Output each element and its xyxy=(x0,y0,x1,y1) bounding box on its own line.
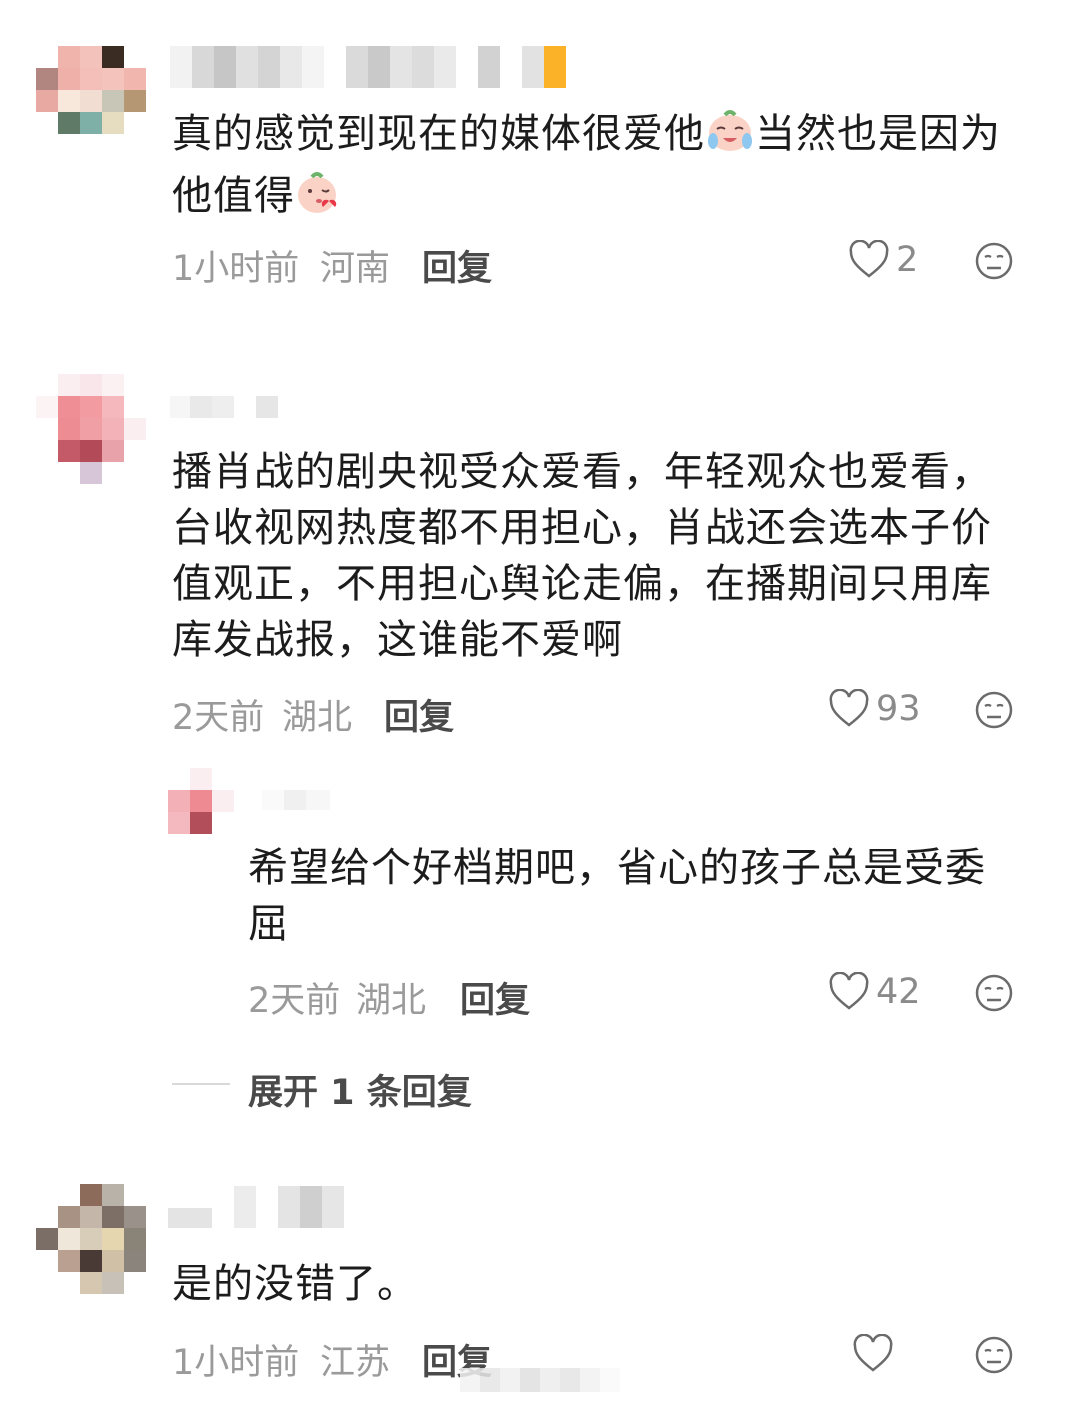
username-blurred[interactable] xyxy=(170,396,280,418)
comment-text: 希望给个好档期吧，省心的孩子总是受委 屈 xyxy=(248,840,1028,952)
comment-text: 是的没错了。 xyxy=(172,1256,1032,1312)
expand-replies-button[interactable]: 展开 1 条回复 xyxy=(248,1064,472,1115)
meh-face-icon[interactable] xyxy=(974,1335,1014,1375)
like-button[interactable]: 42 xyxy=(828,972,921,1012)
comment-location: 湖北 xyxy=(356,981,427,1021)
like-count: 93 xyxy=(876,689,921,729)
comment-text: 真的感觉到现在的媒体很爱他 当然也是因为 他值得 xyxy=(172,106,1032,230)
like-button[interactable]: 2 xyxy=(848,240,918,280)
username-blurred[interactable] xyxy=(262,790,330,810)
like-button[interactable] xyxy=(852,1334,900,1374)
crying-peach-emoji-icon xyxy=(705,107,755,168)
meh-face-icon[interactable] xyxy=(974,973,1014,1013)
comment-text: 播肖战的剧央视受众爱看，年轻观众也爱看， 台收视网热度都不用担心，肖战还会选本子… xyxy=(172,444,1032,668)
heart-outline-icon xyxy=(829,689,869,727)
like-button[interactable]: 93 xyxy=(828,689,921,729)
avatar[interactable] xyxy=(168,768,234,834)
heart-outline-icon xyxy=(853,1334,893,1372)
heart-outline-icon xyxy=(829,972,869,1010)
comment-time: 2天前 xyxy=(172,698,265,738)
comment-text-part: 他值得 xyxy=(172,173,295,219)
comment-line: 屈 xyxy=(248,901,289,947)
avatar[interactable] xyxy=(36,374,146,484)
meh-face-icon[interactable] xyxy=(974,690,1014,730)
comment-line: 值观正，不用担心舆论走偏，在播期间只用库 xyxy=(172,561,992,607)
expand-divider xyxy=(172,1083,230,1085)
reply-button[interactable]: 回复 xyxy=(460,972,530,1023)
username-blurred-lower xyxy=(168,1208,212,1228)
reply-button[interactable]: 回复 xyxy=(422,240,492,291)
meh-face-icon[interactable] xyxy=(974,241,1014,281)
reply-button[interactable]: 回复 xyxy=(384,689,454,740)
watermark-blur xyxy=(460,1368,620,1392)
heart-outline-icon xyxy=(849,240,889,278)
comment-location: 湖北 xyxy=(282,698,353,738)
comment-line: 播肖战的剧央视受众爱看，年轻观众也爱看， xyxy=(172,449,992,495)
avatar[interactable] xyxy=(36,46,146,134)
comment-location: 江苏 xyxy=(320,1343,391,1383)
username-blurred[interactable] xyxy=(170,46,585,88)
comment-location: 河南 xyxy=(320,249,391,289)
comment-line: 库发战报，这谁能不爱啊 xyxy=(172,617,623,663)
like-count: 2 xyxy=(896,240,919,280)
comment-time: 1小时前 xyxy=(172,1343,300,1383)
comment-time: 1小时前 xyxy=(172,249,300,289)
comment-text-part: 是的没错了。 xyxy=(172,1261,418,1307)
comment-line: 希望给个好档期吧，省心的孩子总是受委 xyxy=(248,845,986,891)
comment-text-part: 真的感觉到现在的媒体很爱他 xyxy=(172,111,705,157)
kiss-peach-emoji-icon xyxy=(295,169,343,230)
comment-time: 2天前 xyxy=(248,981,341,1021)
avatar[interactable] xyxy=(36,1184,146,1294)
comment-text-part: 当然也是因为 xyxy=(755,111,1001,157)
like-count: 42 xyxy=(876,972,921,1012)
comment-line: 台收视网热度都不用担心，肖战还会选本子价 xyxy=(172,505,992,551)
